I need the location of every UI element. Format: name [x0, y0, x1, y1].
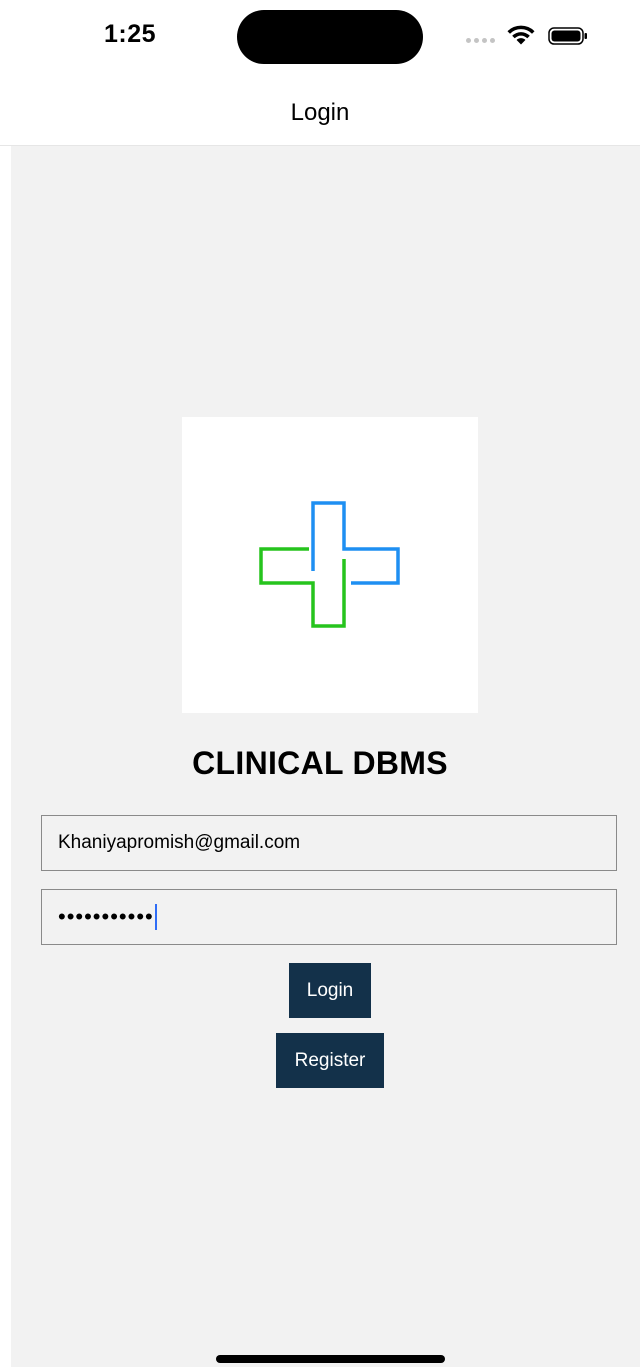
status-bar: 1:25	[0, 0, 640, 75]
nav-title: Login	[290, 99, 350, 126]
wifi-icon	[507, 25, 535, 45]
text-caret	[154, 904, 157, 930]
email-field[interactable]: Khaniyapromish@gmail.com	[41, 815, 617, 871]
login-screen: CLINICAL DBMS Khaniyapromish@gmail.com •…	[11, 146, 640, 1367]
app-logo	[182, 417, 478, 713]
medical-cross-logo-icon	[259, 501, 400, 628]
cellular-signal-icon	[466, 38, 496, 44]
navigation-bar: Login	[0, 75, 640, 146]
battery-icon	[548, 27, 587, 45]
dynamic-island	[237, 10, 423, 64]
app-title: CLINICAL DBMS	[192, 745, 448, 781]
login-button[interactable]: Login	[289, 963, 371, 1018]
password-value: •••••••••••	[58, 904, 154, 929]
register-button[interactable]: Register	[276, 1033, 384, 1088]
home-indicator[interactable]	[216, 1355, 445, 1363]
password-field[interactable]: •••••••••••	[41, 889, 617, 945]
email-value: Khaniyapromish@gmail.com	[58, 832, 301, 853]
status-time: 1:25	[104, 20, 157, 48]
